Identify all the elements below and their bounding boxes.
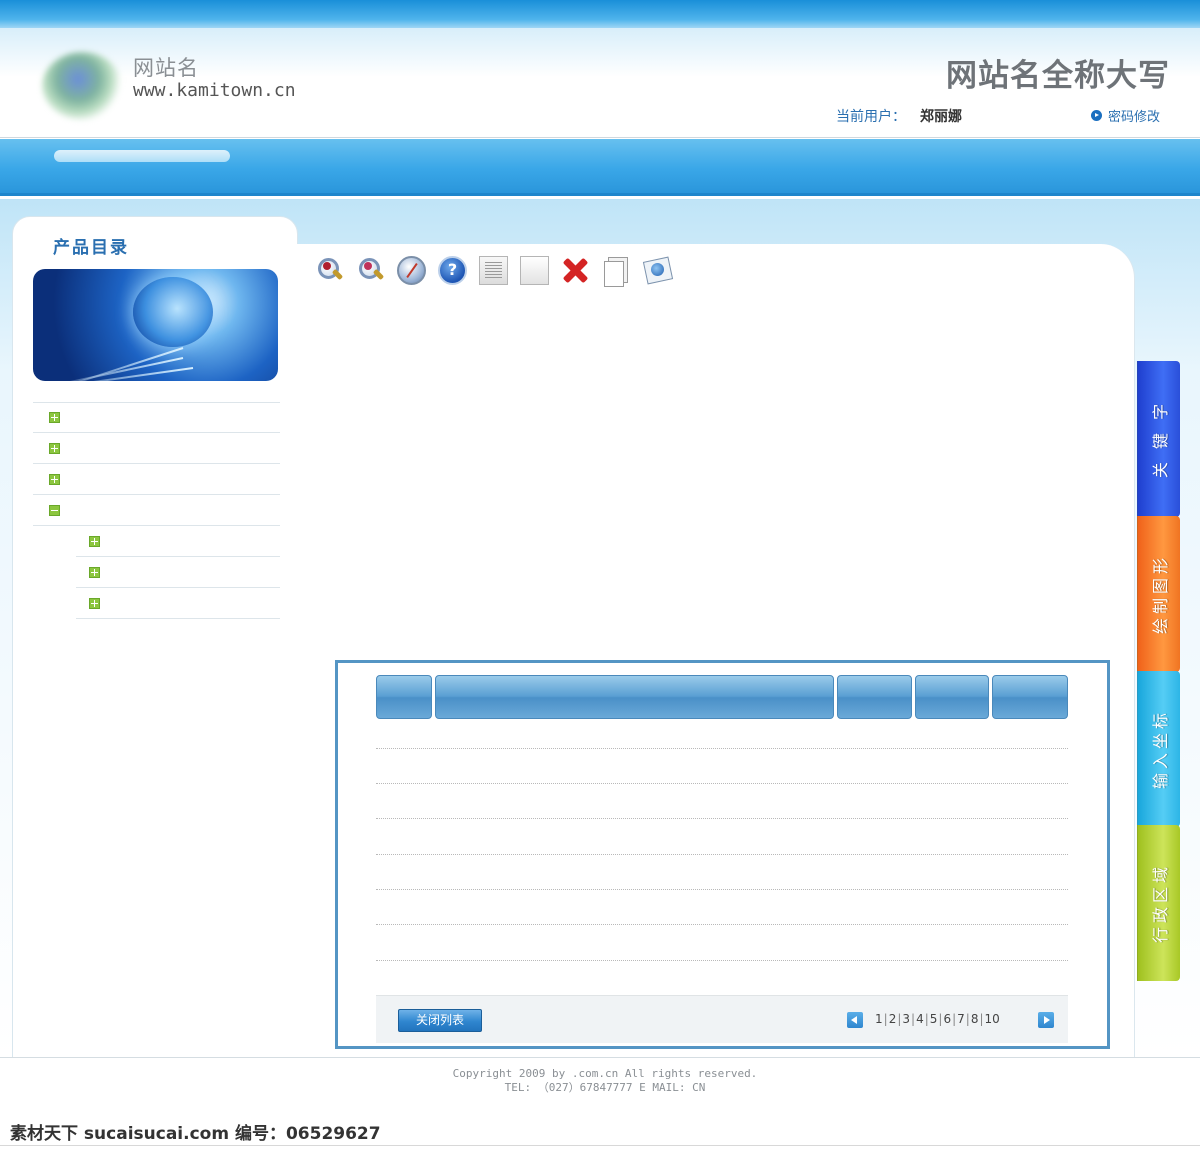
pager-bar: 关闭列表 1 | 2 | 3 | 4 | 5 | 6 | 7 | 8 | 10 [376, 995, 1068, 1043]
sidebar: 产品目录 [12, 216, 298, 1058]
list-icon[interactable] [479, 256, 508, 285]
expand-plus-icon[interactable] [49, 473, 60, 485]
menu-item[interactable] [33, 464, 280, 495]
compass-icon[interactable] [397, 256, 426, 285]
expand-plus-icon[interactable] [89, 566, 100, 578]
tab-input-coordinates[interactable]: 输入坐标 [1137, 671, 1180, 827]
blank-page-icon[interactable] [520, 256, 549, 285]
submenu-item[interactable] [76, 557, 280, 588]
product-menu [33, 402, 280, 619]
page-link[interactable]: 6 [943, 1012, 951, 1026]
tab-admin-region-label: 行政区域 [1151, 862, 1171, 944]
tab-draw-shape-label: 绘制图形 [1151, 553, 1171, 635]
top-strip [0, 0, 1200, 28]
page-link[interactable]: 8 [971, 1012, 979, 1026]
expand-plus-icon[interactable] [89, 597, 100, 609]
watermark-text: 素材天下 sucaisucai.com 编号：06529627 [10, 1124, 381, 1144]
table-row[interactable] [376, 889, 1068, 890]
page-link[interactable]: 1 [875, 1012, 883, 1026]
result-list-panel: 关闭列表 1 | 2 | 3 | 4 | 5 | 6 | 7 | 8 | 10 [335, 660, 1110, 1049]
nav-highlight [54, 150, 230, 162]
change-password-link[interactable]: 密码修改 [1091, 106, 1160, 125]
column-header[interactable] [915, 675, 989, 719]
column-header[interactable] [837, 675, 912, 719]
table-row[interactable] [376, 960, 1068, 961]
zoom-out-icon[interactable] [356, 256, 385, 285]
expand-plus-icon[interactable] [49, 442, 60, 454]
column-header[interactable] [376, 675, 432, 719]
help-icon[interactable]: ? [438, 256, 467, 285]
tab-input-coordinates-label: 输入坐标 [1151, 708, 1171, 790]
table-row[interactable] [376, 924, 1068, 925]
site-title: 网站名全称大写 [946, 58, 1170, 94]
bottom-divider [0, 1145, 1200, 1146]
submenu-item[interactable] [76, 588, 280, 619]
footer-divider [0, 1057, 1200, 1058]
sidebar-banner-image [33, 269, 278, 381]
tab-keyword-label: 关 键 字 [1151, 399, 1170, 479]
web-page-icon[interactable] [643, 256, 672, 285]
sidebar-title: 产品目录 [53, 238, 129, 258]
tab-draw-shape[interactable]: 绘制图形 [1137, 516, 1180, 672]
menu-item[interactable] [33, 402, 280, 433]
light-ray [40, 347, 184, 381]
change-password-label: 密码修改 [1108, 110, 1161, 125]
nav-bar [0, 139, 1200, 196]
globe-graphic [133, 277, 213, 347]
site-url: www.kamitown.cn [133, 80, 296, 101]
collapse-minus-icon[interactable] [49, 504, 60, 516]
expand-plus-icon[interactable] [89, 535, 100, 547]
tab-admin-region[interactable]: 行政区域 [1137, 825, 1180, 981]
table-row[interactable] [376, 748, 1068, 749]
copy-icon[interactable] [602, 256, 631, 287]
submenu-item[interactable] [76, 526, 280, 557]
table-row[interactable] [376, 854, 1068, 855]
expand-plus-icon[interactable] [49, 412, 60, 423]
current-user-name: 郑丽娜 [920, 109, 962, 125]
delete-icon[interactable] [561, 256, 590, 285]
next-page-icon[interactable] [1038, 1012, 1054, 1028]
zoom-in-icon[interactable] [315, 256, 344, 285]
page-link[interactable]: 5 [930, 1012, 938, 1026]
table-row[interactable] [376, 818, 1068, 819]
column-header[interactable] [992, 675, 1068, 719]
close-list-button[interactable]: 关闭列表 [398, 1009, 482, 1032]
page-link[interactable]: 10 [985, 1012, 1000, 1026]
site-logo[interactable] [42, 52, 122, 120]
prev-page-icon[interactable] [847, 1012, 863, 1028]
header: 网站名 www.kamitown.cn 网站名全称大写 当前用户： 郑丽娜 密码… [0, 28, 1200, 138]
column-header[interactable] [435, 675, 834, 719]
menu-item[interactable] [33, 495, 280, 526]
page-link[interactable]: 7 [957, 1012, 965, 1026]
page-link[interactable]: 3 [902, 1012, 910, 1026]
table-row[interactable] [376, 783, 1068, 784]
site-name: 网站名 [133, 56, 199, 80]
footer-contact: TEL: （027）67847777 E MAIL: CN [504, 1081, 706, 1094]
tab-keyword[interactable]: 关 键 字 [1137, 361, 1180, 517]
current-user-label: 当前用户： [836, 109, 906, 125]
page-numbers: 1 | 2 | 3 | 4 | 5 | 6 | 7 | 8 | 10 [875, 1012, 1000, 1026]
arrow-bullet-icon [1091, 110, 1102, 121]
map-toolbar: ? [315, 256, 672, 287]
light-ray [36, 357, 184, 381]
page-link[interactable]: 4 [916, 1012, 924, 1026]
page-link[interactable]: 2 [889, 1012, 897, 1026]
menu-item[interactable] [33, 433, 280, 464]
